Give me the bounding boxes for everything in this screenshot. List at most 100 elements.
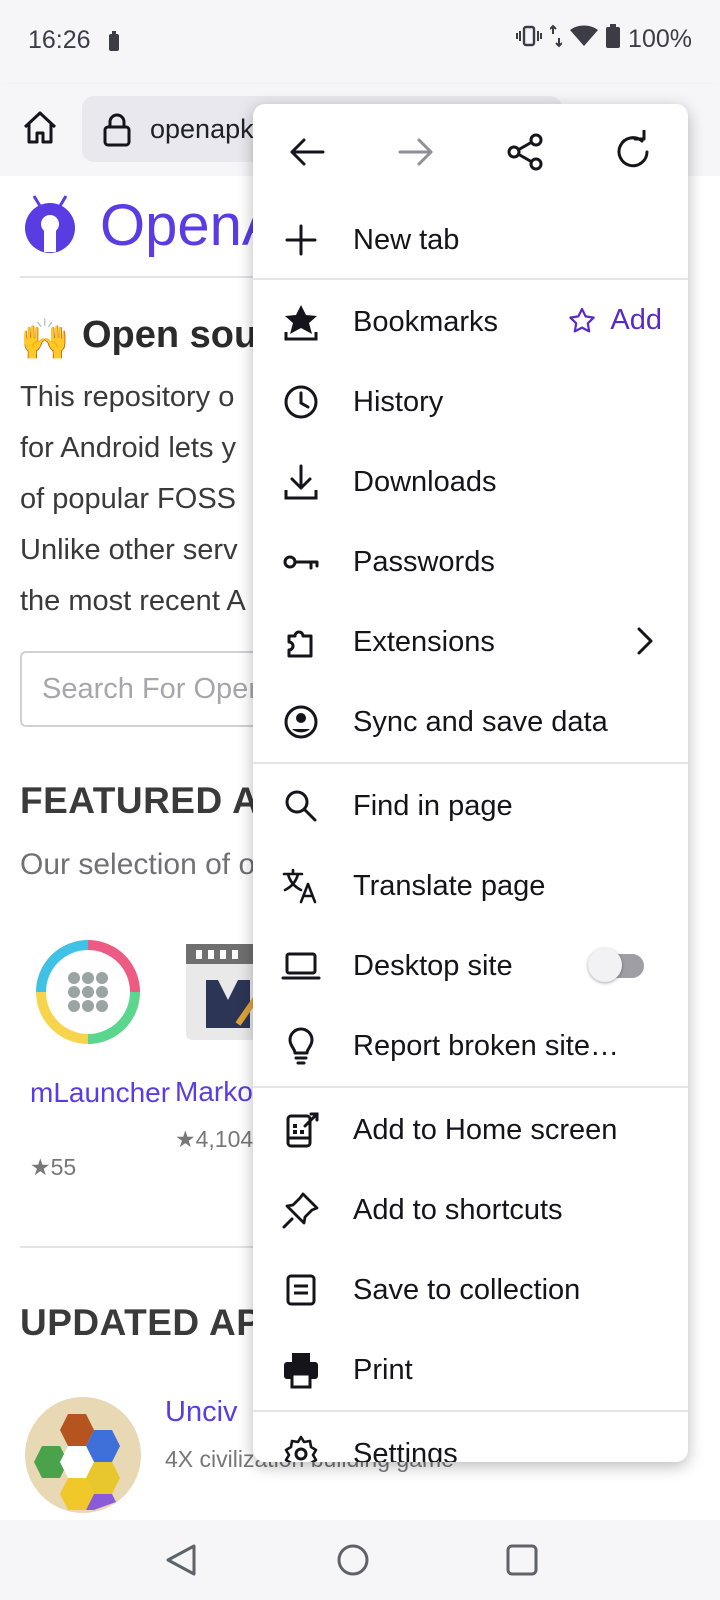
unciv-app-icon[interactable] [24,1396,142,1519]
status-time: 16:26 [28,26,91,54]
arrow-right-icon [398,138,433,166]
add-to-home-icon [281,1110,321,1150]
menu-item-label: Find in page [353,790,513,822]
battery-percent: 100% [628,25,692,53]
menu-item-add-to-home-screen[interactable]: Add to Home screen [253,1090,688,1170]
menu-item-label: Report broken site… [353,1030,619,1062]
menu-item-label: Add to shortcuts [353,1194,563,1226]
share-button[interactable] [503,130,547,174]
lock-icon [102,113,132,152]
browser-menu: New tab Bookmarks Add History Downloads … [253,104,688,1462]
menu-item-label: History [353,386,444,418]
menu-item-label: New tab [353,224,460,256]
recents-nav-button[interactable] [502,1540,542,1580]
account-icon [281,702,321,742]
menu-divider [253,1410,688,1412]
menu-item-bookmarks[interactable]: Bookmarks Add [253,282,688,362]
reload-button[interactable] [611,129,655,174]
app-name[interactable]: Markor [175,1076,262,1108]
battery-saver-icon [108,30,120,57]
menu-item-history[interactable]: History [253,362,688,442]
plus-icon [281,220,321,260]
menu-item-save-to-collection[interactable]: Save to collection [253,1250,688,1330]
menu-item-passwords[interactable]: Passwords [253,522,688,602]
back-triangle-icon [166,1544,196,1576]
menu-item-label: Print [353,1354,413,1386]
menu-item-label: Extensions [353,626,495,658]
home-icon [23,111,57,144]
status-bar: 16:26 100% [0,0,720,84]
menu-item-label: Sync and save data [353,706,608,738]
divider [20,276,260,278]
clock-icon [281,382,321,422]
markor-app-icon[interactable] [186,944,259,1045]
menu-item-add-to-shortcuts[interactable]: Add to shortcuts [253,1170,688,1250]
home-circle-icon [337,1544,369,1576]
laptop-icon [281,946,321,986]
divider [20,1246,260,1248]
menu-item-sync[interactable]: Sync and save data [253,682,688,762]
app-name[interactable]: Unciv [165,1396,238,1429]
system-nav-bar [0,1520,720,1600]
url-text: openapk [150,114,254,144]
menu-item-settings[interactable]: Settings [253,1414,688,1462]
battery-icon [606,24,621,55]
menu-divider [253,278,688,280]
mlauncher-app-icon[interactable] [32,936,144,1053]
menu-item-label: Passwords [353,546,495,578]
featured-subtitle: Our selection of o [20,848,256,881]
bookmarks-icon [281,302,321,342]
menu-item-downloads[interactable]: Downloads [253,442,688,522]
download-icon [281,462,321,502]
menu-item-print[interactable]: Print [253,1330,688,1410]
recents-square-icon [506,1544,538,1576]
raised-hands-icon: 🙌 [20,318,70,362]
add-bookmark-button[interactable]: Add [568,304,662,337]
star-outline-icon [569,307,596,332]
search-placeholder: Search For Open [42,673,265,705]
desktop-site-toggle[interactable] [588,948,644,982]
menu-item-desktop-site[interactable]: Desktop site [253,926,688,1006]
translate-icon [281,866,321,906]
gear-icon [281,1434,321,1462]
openapk-logo-icon [22,194,78,259]
lightbulb-icon [281,1026,321,1066]
add-bookmark-label: Add [610,304,662,336]
share-icon [507,133,543,171]
pin-icon [281,1190,321,1230]
app-name[interactable]: mLauncher [30,1076,170,1110]
menu-item-translate[interactable]: Translate page [253,846,688,926]
menu-item-extensions[interactable]: Extensions [253,602,688,682]
printer-icon [281,1350,321,1390]
vibrate-icon [516,24,543,55]
arrow-left-icon [290,138,325,166]
search-icon [281,786,321,826]
menu-item-report-broken-site[interactable]: Report broken site… [253,1006,688,1086]
menu-item-label: Downloads [353,466,497,498]
chevron-right-icon [634,624,656,663]
home-button[interactable] [20,108,64,152]
wifi-icon [570,25,599,54]
menu-item-new-tab[interactable]: New tab [253,200,688,280]
app-stars: ★55 [30,1154,77,1180]
menu-item-find-in-page[interactable]: Find in page [253,766,688,846]
back-nav-button[interactable] [162,1540,202,1580]
menu-item-label: Settings [353,1438,458,1462]
data-arrows-icon [549,24,563,55]
menu-item-label: Desktop site [353,950,513,982]
menu-navigation-row [253,104,688,200]
app-stars: ★4,104 [175,1126,254,1152]
home-nav-button[interactable] [333,1540,373,1580]
menu-divider [253,1086,688,1088]
back-button[interactable] [285,130,329,174]
menu-item-label: Add to Home screen [353,1114,618,1146]
menu-item-label: Translate page [353,870,546,902]
menu-divider [253,762,688,764]
status-icons: 100% [516,24,692,55]
key-icon [281,542,321,582]
reload-icon [617,129,649,168]
forward-button[interactable] [394,130,438,174]
collection-icon [281,1270,321,1310]
menu-item-label: Save to collection [353,1274,581,1306]
toggle-knob [588,948,622,982]
